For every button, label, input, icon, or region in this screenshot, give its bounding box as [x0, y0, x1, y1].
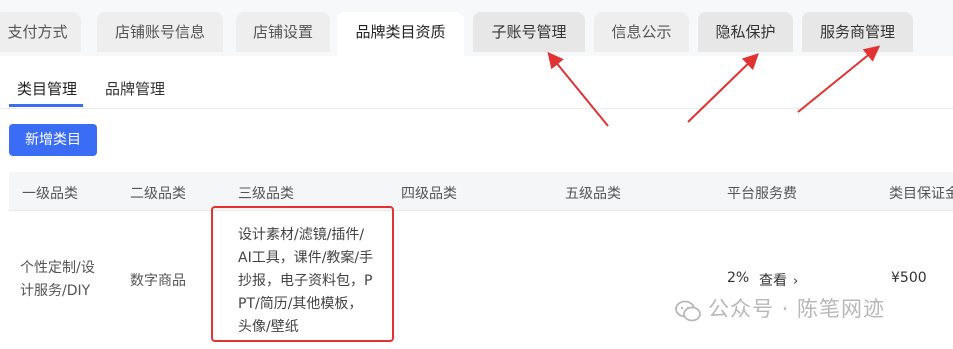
header-deposit: 类目保证金	[889, 186, 953, 202]
tab-service-provider-management[interactable]: 服务商管理	[802, 12, 913, 52]
cell-deposit: ¥500	[891, 270, 927, 286]
view-fee-label: 查看	[759, 273, 787, 289]
tab-privacy-protection[interactable]: 隐私保护	[698, 12, 793, 52]
top-tab-bar: 支付方式 店铺账号信息 店铺设置 品牌类目资质 子账号管理 信息公示 隐私保护 …	[0, 0, 953, 56]
subtab-category-management[interactable]: 类目管理	[17, 78, 77, 99]
tab-store-settings[interactable]: 店铺设置	[236, 12, 330, 52]
tab-info-disclosure[interactable]: 信息公示	[594, 12, 689, 52]
table-row: 个性定制/设 计服务/DIY 数字商品 设计素材/滤镜/插件/ AI工具，课件/…	[9, 211, 953, 349]
header-level4: 四级品类	[401, 186, 457, 202]
cell-level2: 数字商品	[130, 273, 186, 289]
watermark-text: 公众号 · 陈笔网迹	[708, 297, 886, 321]
sub-tab-bar: 类目管理 品牌管理	[0, 56, 953, 109]
header-level5: 五级品类	[565, 186, 621, 202]
highlight-box	[211, 206, 394, 342]
add-category-button[interactable]: 新增类目	[9, 124, 97, 156]
table-header: 一级品类 二级品类 三级品类 四级品类 五级品类 平台服务费 类目保证金	[9, 172, 953, 211]
chevron-right-icon: ›	[793, 274, 799, 289]
header-level3: 三级品类	[238, 186, 294, 202]
cell-level1: 个性定制/设 计服务/DIY	[20, 257, 95, 303]
tab-sub-account-management[interactable]: 子账号管理	[473, 12, 585, 52]
tab-store-account-info[interactable]: 店铺账号信息	[97, 12, 223, 52]
tab-payment-method[interactable]: 支付方式	[0, 12, 81, 52]
header-level1: 一级品类	[22, 186, 78, 202]
subtab-brand-management[interactable]: 品牌管理	[105, 78, 165, 99]
tab-brand-category-qualification[interactable]: 品牌类目资质	[337, 12, 464, 56]
cell-level1-line: 个性定制/设	[20, 260, 95, 276]
header-service-fee: 平台服务费	[727, 186, 797, 202]
header-level2: 二级品类	[130, 186, 186, 202]
cell-level1-line: 计服务/DIY	[20, 283, 91, 299]
view-fee-link[interactable]: 查看 ›	[759, 270, 798, 290]
cell-service-fee: 2%	[727, 270, 750, 286]
active-subtab-indicator	[9, 104, 83, 107]
wechat-icon	[675, 300, 701, 322]
